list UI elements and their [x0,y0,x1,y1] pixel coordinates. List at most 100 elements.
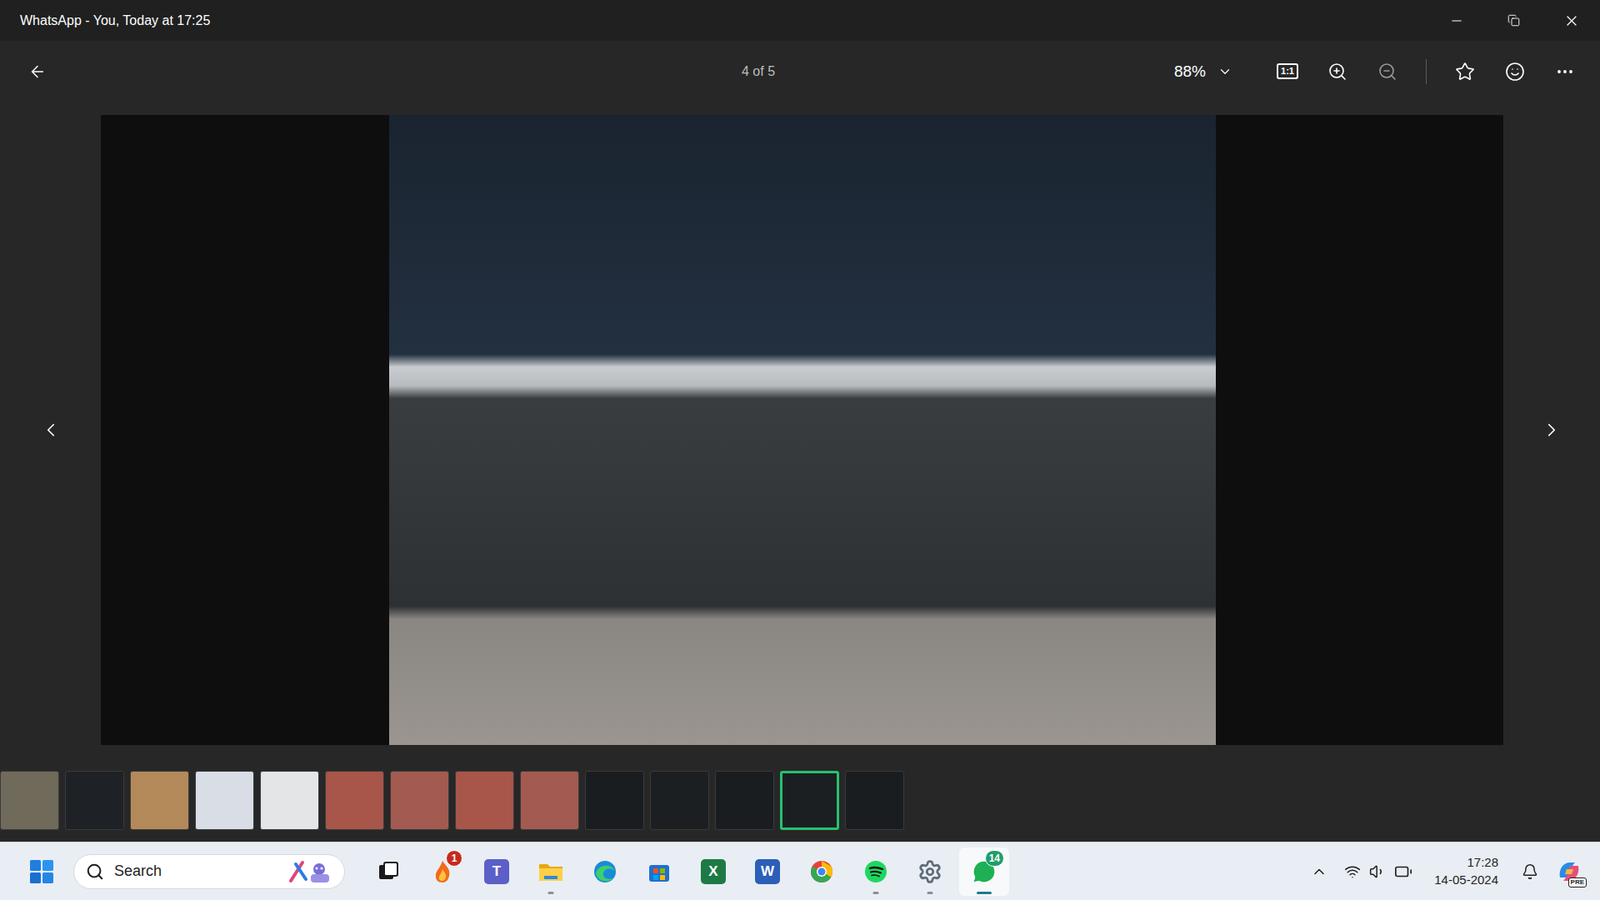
taskbar-app[interactable] [850,847,901,896]
restore-icon [1507,14,1520,27]
taskbar-app[interactable]: 1 [417,847,468,896]
close-icon [1563,12,1580,30]
thumbnail[interactable] [65,770,125,830]
show-hidden-icons-button[interactable] [1304,851,1335,892]
star-button[interactable] [1445,53,1485,90]
clock[interactable]: 17:2814-05-2024 [1427,850,1505,892]
taskbar-app[interactable] [525,847,576,896]
running-indicator [927,891,934,895]
teams-icon: T [484,859,510,885]
notification-badge: 1 [445,850,463,867]
thumbnail[interactable] [195,770,255,830]
taskview-icon [376,860,400,884]
smiley-icon [1505,61,1525,82]
settings-icon [917,859,943,885]
minimize-button[interactable] [1427,0,1485,41]
store-icon [646,859,672,885]
star-icon [1455,61,1475,82]
zoom-in-button[interactable] [1317,53,1358,90]
toolbar: 4 of 5 88% 1:1 [0,40,1600,102]
clock-time: 17:28 [1466,854,1499,871]
search-box[interactable]: Search [73,854,345,890]
next-button[interactable] [1531,405,1572,455]
running-indicator [873,891,880,895]
bell-icon [1521,863,1539,880]
react-button[interactable] [1495,53,1535,90]
notifications-button[interactable] [1515,851,1545,892]
taskbar-app[interactable]: 14 [959,847,1010,896]
search-placeholder: Search [114,862,278,880]
zoom-dropdown[interactable]: 88% [1165,57,1241,86]
chevron-right-icon [1540,419,1563,441]
toolbar-actions: 88% 1:1 [1165,53,1600,90]
battery-icon [1394,862,1413,881]
back-button[interactable] [0,51,75,92]
taskbar-app[interactable] [905,847,955,896]
start-button[interactable] [21,851,62,892]
thumbnail-strip [0,758,1600,842]
photo-viewer-window: WhatsApp - You, Today at 17:25 4 of 5 88% 1… [0,0,1600,900]
quick-settings-button[interactable] [1339,851,1418,892]
window-title: WhatsApp - You, Today at 17:25 [0,13,1428,29]
thumbnail[interactable] [390,770,450,830]
thumbnail[interactable] [0,770,60,830]
toolbar-separator [1425,59,1427,85]
taskbar-app[interactable]: X [688,847,739,896]
notification-badge: 14 [985,850,1005,867]
taskbar-app[interactable] [363,847,414,896]
title-bar: WhatsApp - You, Today at 17:25 [0,0,1600,41]
zoom-out-icon [1377,61,1398,82]
back-arrow-icon [28,62,47,81]
thumbnail[interactable] [715,770,775,830]
taskbar-app[interactable]: T [471,847,522,896]
chevron-down-icon [1217,64,1233,80]
windows-logo-icon [29,859,55,885]
thumbnail[interactable] [780,770,840,830]
pinned-apps: 1 T X W 14 [363,847,1010,896]
spotify-icon [863,859,889,885]
more-button[interactable] [1545,53,1585,90]
excel-icon: X [700,859,726,885]
thumbnail[interactable] [455,770,515,830]
chevron-up-icon [1310,863,1328,880]
more-icon [1555,61,1575,82]
edge-icon [592,859,618,885]
taskbar-app[interactable] [796,847,847,896]
image-viewer [0,101,1600,759]
zoom-out-button[interactable] [1367,53,1408,90]
actual-size-button[interactable]: 1:1 [1267,53,1308,90]
taskbar: Search 1 T X W 14 17:2814-05-2024 PRE [0,841,1600,900]
zoom-level: 88% [1174,62,1206,81]
taskbar-app[interactable] [634,847,685,896]
minimize-icon [1449,13,1465,29]
thumbnail[interactable] [520,770,580,830]
thumbnail[interactable] [260,770,320,830]
copilot-logo: PRE [1555,857,1584,886]
thumbnail[interactable] [325,770,385,830]
taskbar-app[interactable] [580,847,630,896]
taskbar-app[interactable]: W [742,847,793,896]
word-icon: W [755,859,780,885]
close-button[interactable] [1542,0,1600,41]
actual-size-icon: 1:1 [1276,63,1299,80]
thumbnail[interactable] [650,770,710,830]
previous-button[interactable] [30,405,71,455]
wifi-icon [1344,863,1361,880]
thumbnail[interactable] [845,770,905,830]
chrome-icon [809,859,835,885]
clock-date: 14-05-2024 [1434,871,1499,889]
image-frame [100,115,1504,745]
preview-badge: PRE [1568,877,1587,888]
running-indicator [548,891,555,895]
thumbnail[interactable] [585,770,645,830]
zoom-in-icon [1327,61,1348,82]
page-position: 4 of 5 [75,64,1166,80]
chevron-left-icon [40,419,62,441]
video-frame-photo [389,115,1216,745]
search-icon [85,862,105,881]
restore-button[interactable] [1485,0,1543,41]
search-highlight-icon [287,859,336,885]
thumbnail[interactable] [130,770,190,830]
copilot-button[interactable]: PRE [1550,851,1589,892]
explorer-icon [537,860,565,884]
